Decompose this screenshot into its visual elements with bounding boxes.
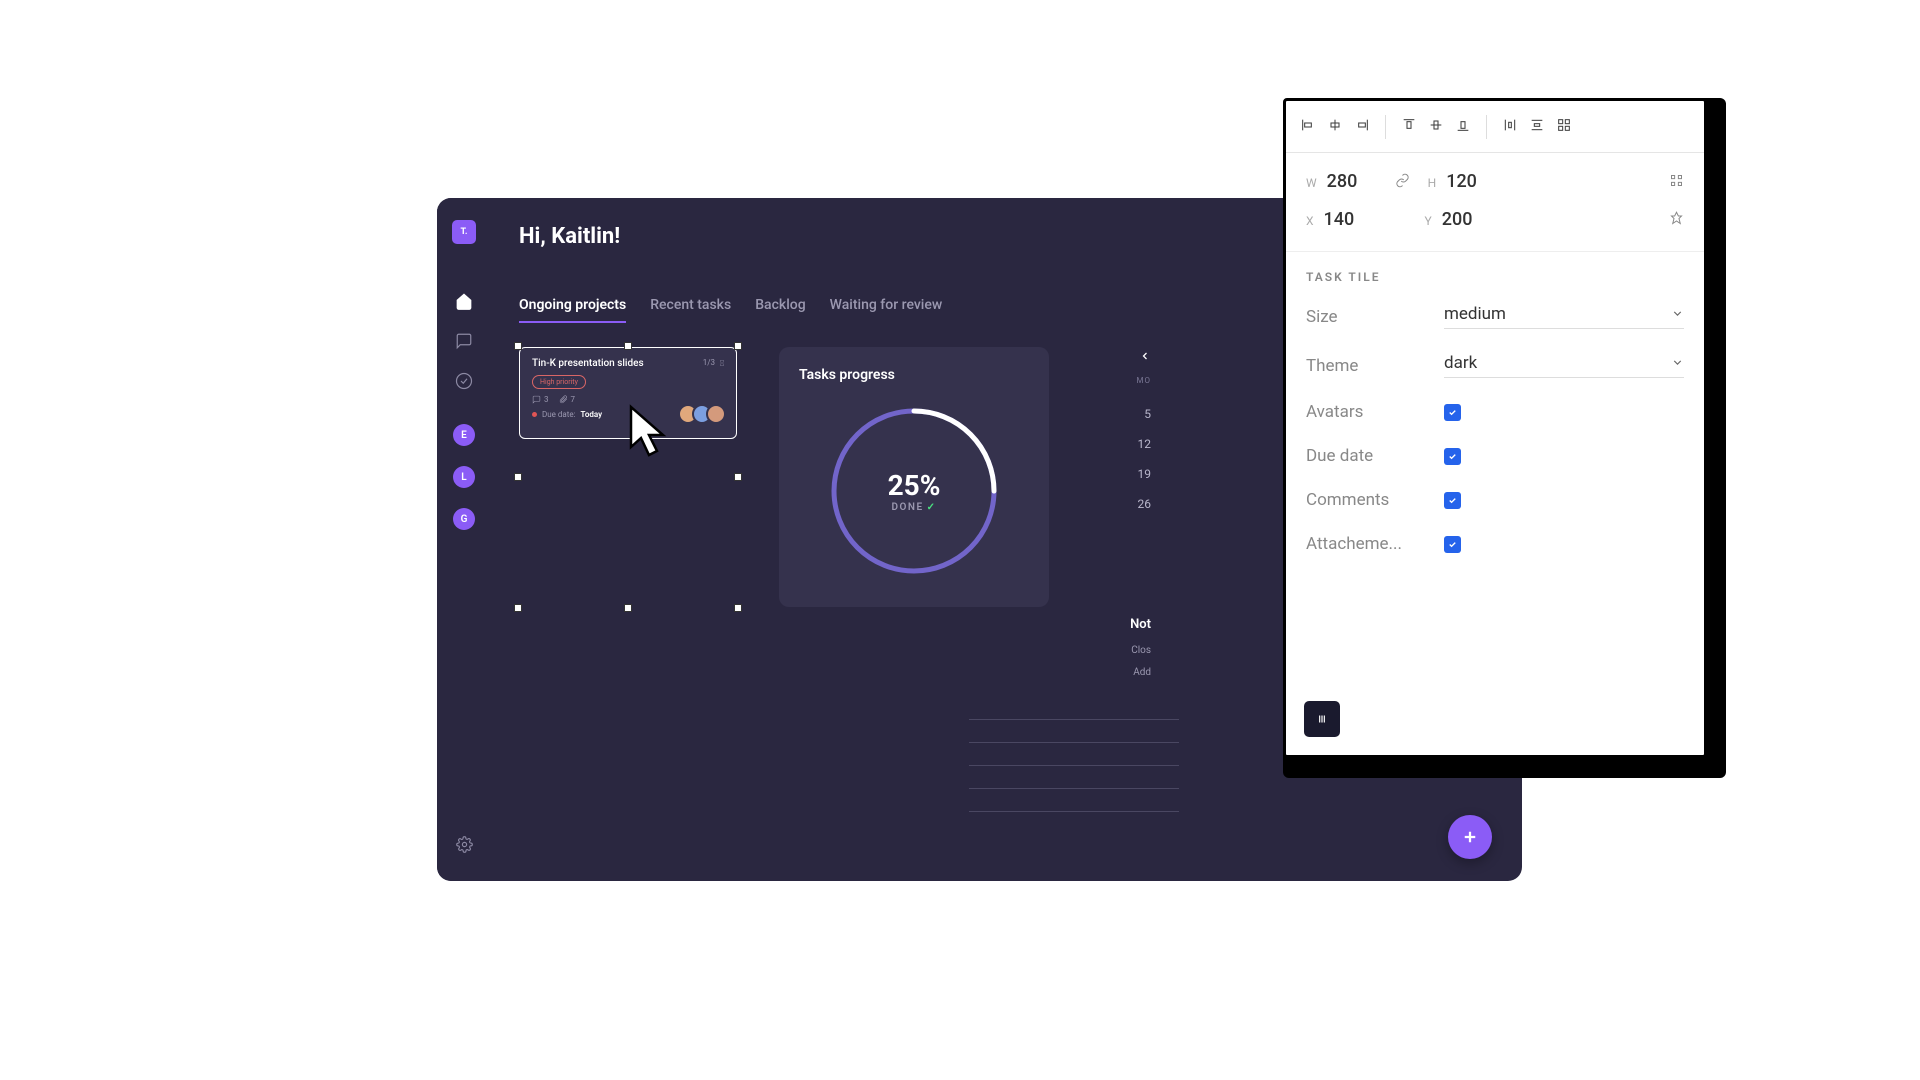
task-card[interactable]: Tin-K presentation slides 1/3 High prior… [519, 347, 737, 607]
height-field[interactable]: H 120 [1428, 171, 1497, 193]
pin-icon[interactable] [1669, 211, 1684, 230]
cursor-icon [627, 403, 673, 467]
settings-icon[interactable] [456, 836, 473, 857]
progress-ring: 25% DONE✓ [822, 399, 1006, 583]
progress-done-label: DONE✓ [888, 502, 941, 513]
calendar-day[interactable]: 26 [1138, 497, 1152, 511]
properties-list: Size medium Theme dark Avatars Due date … [1286, 304, 1704, 554]
size-select[interactable]: medium [1444, 304, 1684, 329]
assignee-avatars [684, 404, 726, 424]
prop-attachments: Attacheme... [1306, 534, 1684, 554]
prop-size: Size medium [1306, 304, 1684, 329]
selection-handle[interactable] [624, 604, 632, 612]
grid-icon[interactable] [1556, 117, 1572, 137]
avatars-checkbox[interactable] [1444, 404, 1461, 421]
selection-handle[interactable] [734, 342, 742, 350]
snap-grid-icon[interactable] [1669, 173, 1684, 192]
sidebar-nav [455, 292, 473, 390]
task-title: Tin-K presentation slides [532, 358, 724, 369]
x-field[interactable]: X 140 [1306, 209, 1374, 231]
calendar-day[interactable]: 19 [1138, 467, 1152, 481]
calendar-day[interactable]: 5 [1144, 407, 1151, 421]
task-count: 1/3 [703, 358, 726, 367]
duedate-checkbox[interactable] [1444, 448, 1461, 465]
project-dot[interactable]: G [453, 508, 475, 530]
note-item[interactable]: Add [1133, 667, 1151, 678]
avatar [706, 404, 726, 424]
distribute-h-icon[interactable] [1502, 117, 1518, 137]
progress-title: Tasks progress [799, 367, 1029, 383]
align-center-v-icon[interactable] [1428, 117, 1444, 137]
align-top-icon[interactable] [1401, 117, 1417, 137]
distribute-v-icon[interactable] [1529, 117, 1545, 137]
prop-duedate: Due date [1306, 446, 1684, 466]
tab-recent[interactable]: Recent tasks [650, 297, 731, 323]
sidebar: T. E L G [437, 198, 491, 881]
width-field[interactable]: W 280 [1306, 171, 1377, 193]
code-button[interactable] [1304, 701, 1340, 737]
align-center-h-icon[interactable] [1327, 117, 1343, 137]
selection-handle[interactable] [734, 604, 742, 612]
selection-handle[interactable] [514, 342, 522, 350]
tab-review[interactable]: Waiting for review [830, 297, 943, 323]
check-circle-icon[interactable] [455, 372, 473, 390]
link-icon[interactable] [1395, 173, 1410, 192]
dimensions-panel: W 280 H 120 X 140 Y 200 [1286, 153, 1704, 241]
note-item[interactable]: Clos [1131, 645, 1151, 656]
tab-backlog[interactable]: Backlog [755, 297, 805, 323]
attachments-stat: 7 [559, 395, 576, 404]
priority-badge: High priority [532, 375, 586, 389]
calendar-month: MO [1137, 376, 1152, 385]
section-label: TASK TILE [1286, 270, 1704, 284]
chat-icon[interactable] [455, 332, 473, 350]
project-dot[interactable]: L [453, 466, 475, 488]
app-logo[interactable]: T. [452, 220, 476, 244]
chevron-left-icon[interactable] [1139, 347, 1151, 366]
comments-stat: 3 [532, 395, 549, 404]
notes-heading: Not [1130, 617, 1151, 632]
right-column: MO 5 12 19 26 Not Clos Add [1091, 347, 1151, 607]
sidebar-projects: E L G [453, 424, 475, 530]
selection-handle[interactable] [734, 473, 742, 481]
selection-handle[interactable] [624, 342, 632, 350]
project-dot[interactable]: E [453, 424, 475, 446]
align-left-icon[interactable] [1300, 117, 1316, 137]
inspector-panel: W 280 H 120 X 140 Y 200 TASK TILE [1283, 98, 1707, 758]
prop-theme: Theme dark [1306, 353, 1684, 378]
selection-handle[interactable] [514, 473, 522, 481]
calendar-day[interactable]: 12 [1138, 437, 1152, 451]
prop-avatars: Avatars [1306, 402, 1684, 422]
home-icon[interactable] [455, 292, 473, 310]
prop-comments: Comments [1306, 490, 1684, 510]
tab-ongoing[interactable]: Ongoing projects [519, 297, 626, 323]
align-bottom-icon[interactable] [1455, 117, 1471, 137]
attachments-checkbox[interactable] [1444, 536, 1461, 553]
selection-handle[interactable] [514, 604, 522, 612]
add-button[interactable] [1448, 815, 1492, 859]
y-field[interactable]: Y 200 [1425, 209, 1492, 231]
alignment-toolbar [1286, 101, 1704, 153]
progress-percent: 25% [888, 469, 941, 502]
theme-select[interactable]: dark [1444, 353, 1684, 378]
comments-checkbox[interactable] [1444, 492, 1461, 509]
progress-card: Tasks progress 25% DONE✓ [779, 347, 1049, 607]
align-right-icon[interactable] [1354, 117, 1370, 137]
